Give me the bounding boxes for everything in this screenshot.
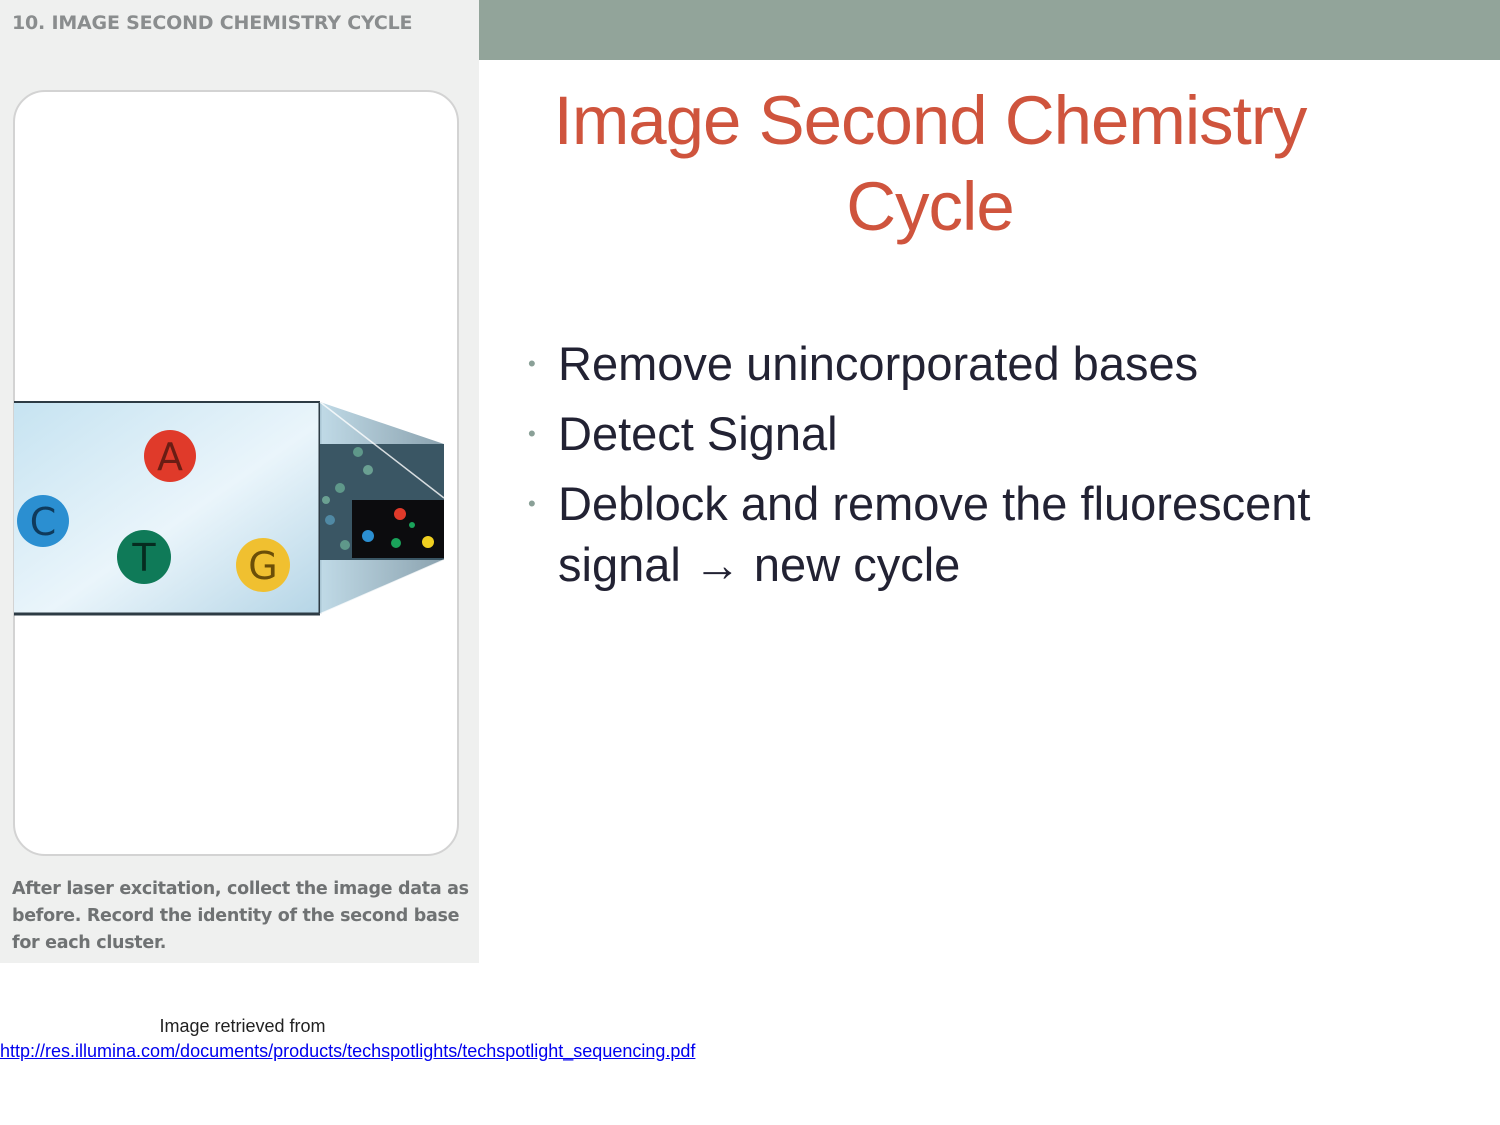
bullet-text: Detect Signal xyxy=(558,407,838,460)
bullet-list: • Remove unincorporated bases • Detect S… xyxy=(525,333,1425,604)
figure-caption: After laser excitation, collect the imag… xyxy=(12,879,469,953)
header-accent-bar xyxy=(479,0,1500,60)
source-link[interactable]: http://res.illumina.com/documents/produc… xyxy=(0,1041,695,1061)
svg-text:C: C xyxy=(30,500,57,544)
bullet-item: • Detect Signal xyxy=(525,403,1425,464)
base-t-marker: T xyxy=(117,530,171,584)
bullet-item: • Remove unincorporated bases xyxy=(525,333,1425,394)
base-c-marker: C xyxy=(17,495,69,547)
bullet-dot-icon: • xyxy=(528,491,536,516)
image-credit: Image retrieved from http://res.illumina… xyxy=(0,1014,695,1064)
bullet-text: Deblock and remove the fluorescent signa… xyxy=(558,477,1311,591)
svg-text:T: T xyxy=(131,536,156,580)
base-g-marker: G xyxy=(236,538,290,592)
bullet-dot-icon: • xyxy=(528,421,536,446)
bullet-dot-icon: • xyxy=(528,351,536,376)
credit-prefix: Image retrieved from xyxy=(159,1016,326,1036)
figure-panel: 10. IMAGE SECOND CHEMISTRY CYCLE A C T G… xyxy=(0,0,479,963)
flow-cell-illustration: A C T G xyxy=(14,401,445,616)
bullet-text: Remove unincorporated bases xyxy=(558,337,1199,390)
slide-title: Image Second Chemistry Cycle xyxy=(553,82,1308,245)
base-a-marker: A xyxy=(144,430,196,482)
bullet-item: • Deblock and remove the fluorescent sig… xyxy=(525,473,1425,595)
svg-text:A: A xyxy=(157,435,183,479)
svg-text:G: G xyxy=(248,544,277,588)
